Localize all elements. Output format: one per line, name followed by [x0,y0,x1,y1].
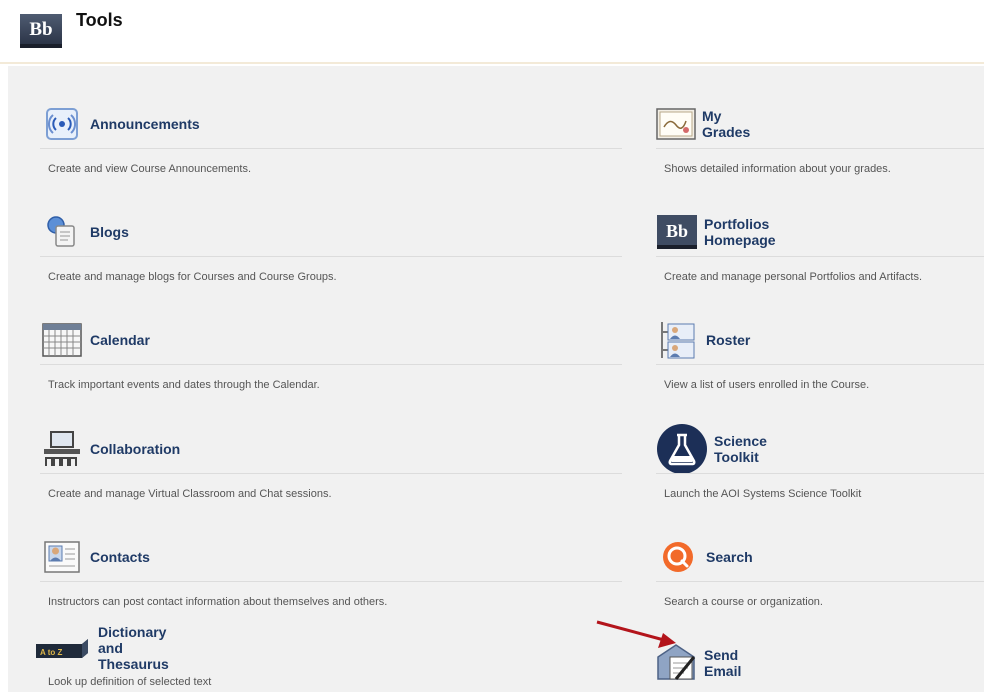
search-icon[interactable] [656,537,700,577]
contacts-link[interactable]: Contacts [90,549,150,565]
divider [656,148,984,149]
blogs-link[interactable]: Blogs [90,224,129,240]
tools-panel: Announcements Create and view Course Ann… [8,66,984,692]
roster-icon[interactable] [656,320,700,360]
calendar-icon[interactable] [40,320,84,360]
roster-link[interactable]: Roster [706,332,750,348]
search-description: Search a course or organization. [664,596,823,608]
collaboration-link[interactable]: Collaboration [90,441,180,457]
send-email-icon[interactable] [656,643,698,683]
portfolios-icon[interactable]: Bb [656,212,698,252]
portfolios-description: Create and manage personal Portfolios an… [664,271,923,283]
blackboard-logo: Bb [20,14,62,48]
svg-text:A to Z: A to Z [40,648,62,657]
collaboration-description: Create and manage Virtual Classroom and … [48,488,332,500]
dictionary-description: Look up definition of selected text [48,676,212,688]
svg-text:Bb: Bb [666,221,688,241]
divider [40,473,622,474]
divider [40,148,622,149]
announcements-icon[interactable] [40,104,84,144]
divider [656,473,984,474]
calendar-description: Track important events and dates through… [48,379,320,391]
blogs-description: Create and manage blogs for Courses and … [48,271,337,283]
divider [656,364,984,365]
dictionary-link[interactable]: Dictionary and Thesaurus [98,624,171,672]
collaboration-icon[interactable] [40,429,84,469]
my-grades-description: Shows detailed information about your gr… [664,163,891,175]
dictionary-icon[interactable]: A to Z [34,628,88,668]
portfolios-link[interactable]: Portfolios Homepage [704,216,778,248]
divider [40,256,622,257]
contacts-description: Instructors can post contact information… [48,596,388,608]
calendar-link[interactable]: Calendar [90,332,150,348]
my-grades-link[interactable]: My Grades [702,108,754,140]
divider [656,581,984,582]
science-toolkit-link[interactable]: Science Toolkit [714,433,767,465]
divider [40,581,622,582]
search-link[interactable]: Search [706,549,753,565]
announcements-link[interactable]: Announcements [90,116,200,132]
page-header: Bb Tools [0,0,984,64]
contacts-icon[interactable] [40,537,84,577]
roster-description: View a list of users enrolled in the Cou… [664,379,870,391]
science-toolkit-icon[interactable] [656,423,708,475]
announcements-description: Create and view Course Announcements. [48,163,252,175]
send-email-link[interactable]: Send Email [704,647,743,679]
science-toolkit-description: Launch the AOI Systems Science Toolkit [664,488,862,500]
divider [40,364,622,365]
page-title: Tools [76,10,123,30]
divider [656,256,984,257]
grades-icon[interactable] [656,104,696,144]
blogs-icon[interactable] [40,212,84,252]
